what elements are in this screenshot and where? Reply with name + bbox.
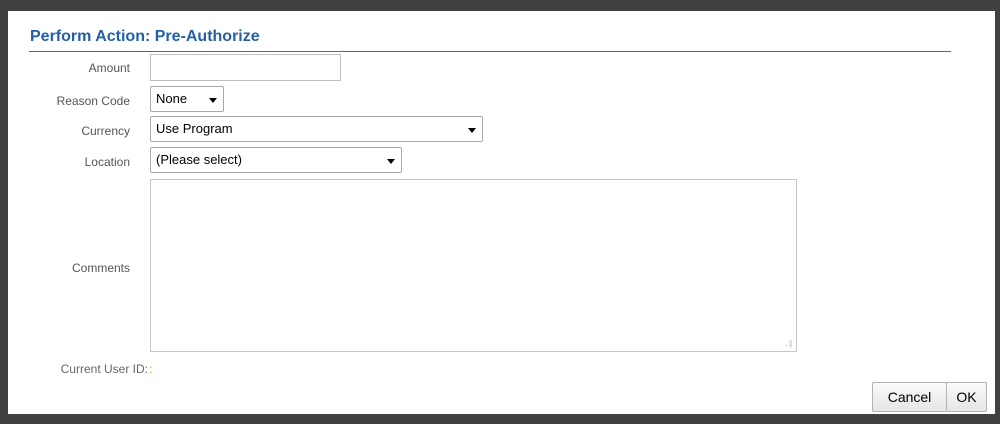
chevron-down-icon [209,98,217,103]
chevron-down-icon [468,128,476,133]
currency-label: Currency [81,124,130,138]
chevron-down-icon [387,159,395,164]
currency-value: Use Program [156,121,233,136]
current-user-id-label: Current User ID: [60,362,148,376]
reason-code-select[interactable]: None [150,86,224,112]
comments-label: Comments [71,261,130,275]
location-select[interactable]: (Please select) [150,147,402,173]
amount-label: Amount [88,61,130,75]
resize-grip-icon[interactable]: .:| [785,340,792,348]
amount-input[interactable] [150,54,341,81]
currency-select[interactable]: Use Program [150,116,483,142]
location-value: (Please select) [156,152,242,167]
title-divider [29,51,951,52]
pre-authorize-dialog: Perform Action: Pre-Authorize Amount Rea… [8,11,995,414]
dialog-title: Perform Action: Pre-Authorize [30,28,260,45]
comments-textarea[interactable]: .:| [150,179,797,352]
cancel-button[interactable]: Cancel [872,382,947,412]
location-label: Location [84,155,130,169]
reason-code-label: Reason Code [56,94,130,108]
current-user-id-value: : [149,362,153,376]
reason-code-value: None [156,91,188,106]
ok-button[interactable]: OK [946,382,987,412]
